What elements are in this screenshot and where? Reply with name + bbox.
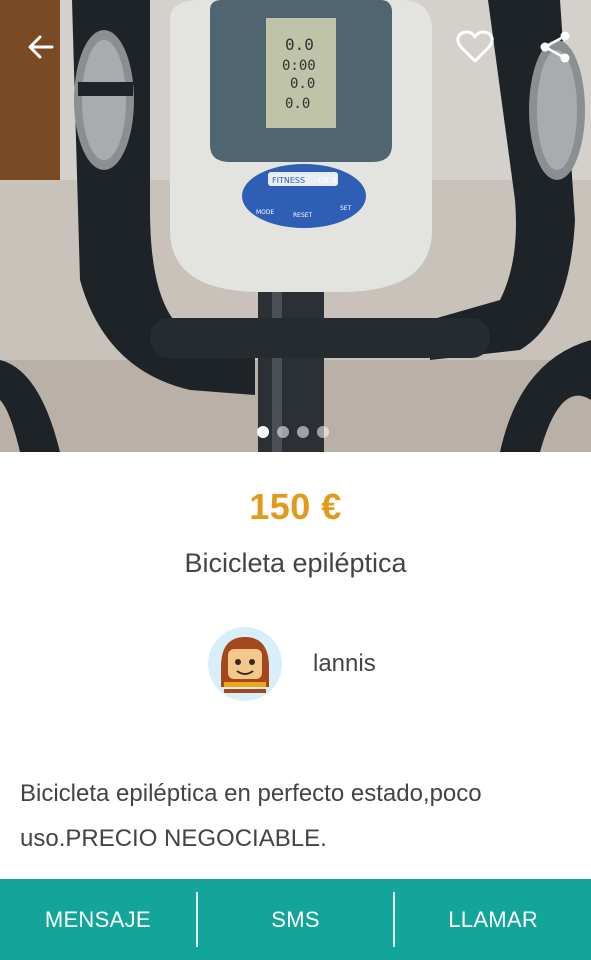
listing-price: 150 € xyxy=(249,486,342,527)
avatar xyxy=(208,627,282,701)
listing-title: Bicicleta epiléptica xyxy=(184,548,407,578)
gallery-dot-3[interactable] xyxy=(296,426,309,438)
gallery-dot-2[interactable] xyxy=(276,426,289,438)
seller-name[interactable]: lannis xyxy=(313,650,376,678)
console-set-label: SET xyxy=(340,205,352,212)
contact-action-bar: MENSAJE SMS LLAMAR xyxy=(0,879,591,960)
svg-text:0:00: 0:00 xyxy=(282,58,316,74)
share-button[interactable] xyxy=(530,22,580,72)
gallery-pagination xyxy=(0,426,591,438)
listing-description: Bicicleta epiléptica en perfecto estado,… xyxy=(20,780,482,852)
svg-text:0.0: 0.0 xyxy=(285,35,314,54)
favorite-button[interactable] xyxy=(450,22,500,72)
exercise-bike-image: 0.0 0:00 0.0 0.0 FITNESS CR 4 MODE RESET… xyxy=(0,0,591,452)
share-icon xyxy=(540,31,570,63)
svg-text:0.0: 0.0 xyxy=(290,76,315,92)
gallery-dot-1[interactable] xyxy=(256,426,269,438)
svg-text:0.0: 0.0 xyxy=(285,96,310,112)
seller-profile[interactable]: lannis xyxy=(208,627,468,701)
console-reset-label: RESET xyxy=(293,212,313,219)
message-button[interactable]: MENSAJE xyxy=(0,879,196,960)
product-photo[interactable]: 0.0 0:00 0.0 0.0 FITNESS CR 4 MODE RESET… xyxy=(0,0,591,452)
arrow-left-icon xyxy=(28,35,54,59)
back-button[interactable] xyxy=(16,22,66,72)
console-mode-label: MODE xyxy=(256,209,275,216)
heart-outline-icon xyxy=(456,30,494,63)
gallery-dot-4[interactable] xyxy=(316,426,329,438)
console-model: CR 4 xyxy=(318,176,337,185)
avatar-character-icon xyxy=(208,627,282,701)
call-button[interactable]: LLAMAR xyxy=(395,879,591,960)
console-brand: FITNESS xyxy=(272,176,305,185)
sms-button[interactable]: SMS xyxy=(198,879,394,960)
